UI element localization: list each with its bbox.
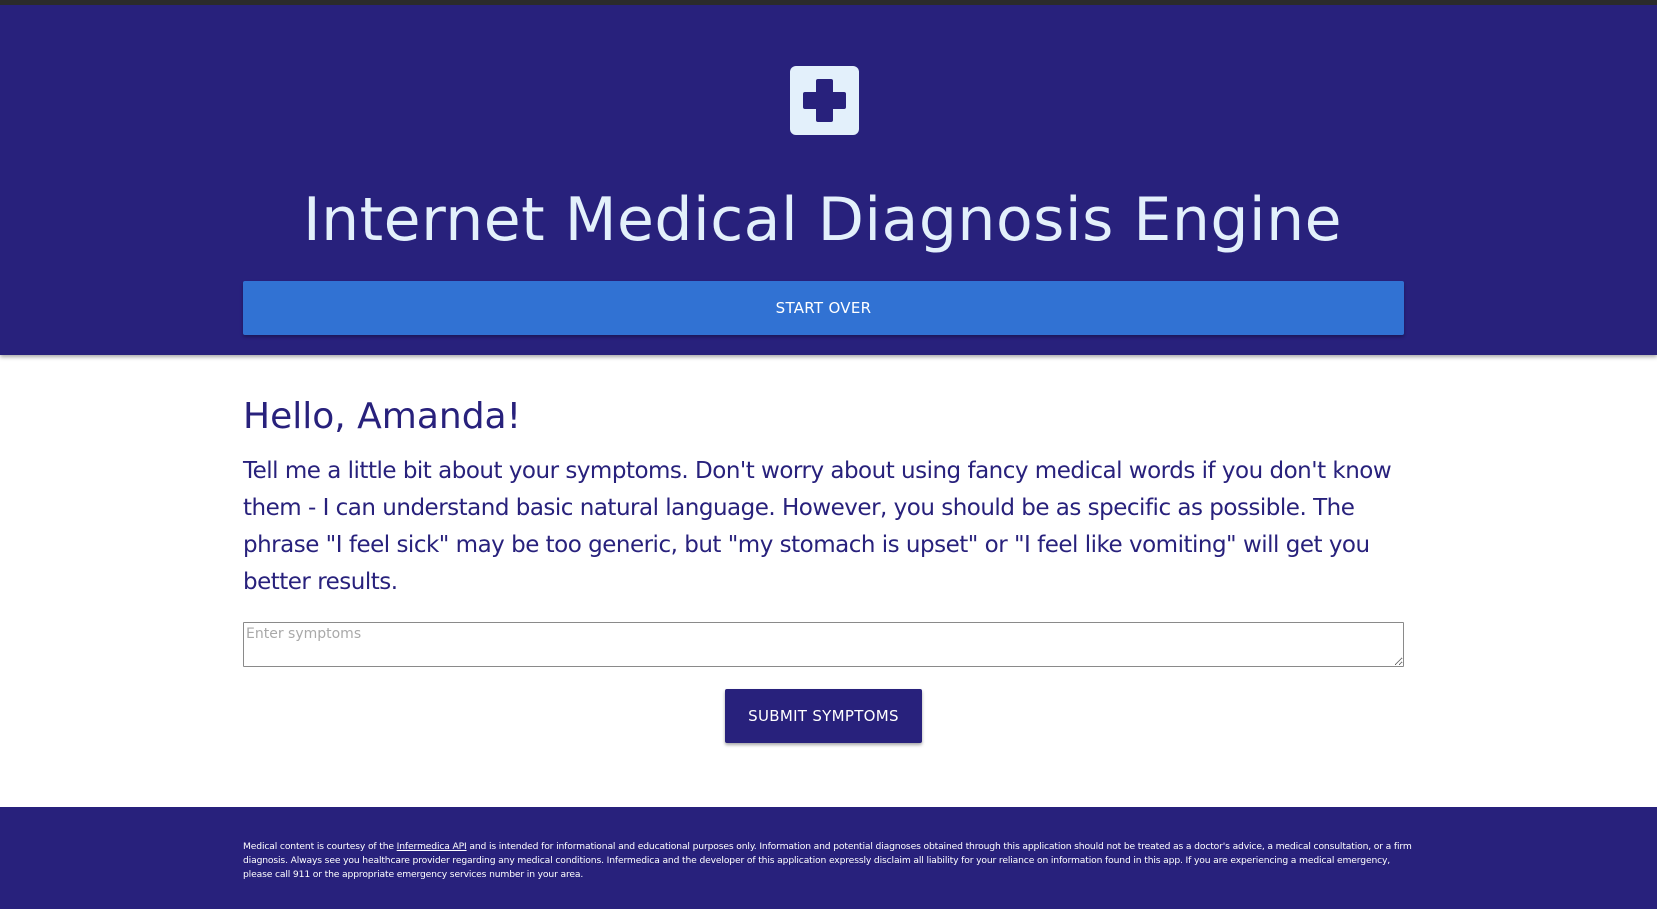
disclaimer-prefix: Medical content is courtesy of the bbox=[243, 841, 397, 852]
symptoms-input[interactable] bbox=[243, 622, 1404, 667]
infermedica-api-link[interactable]: Infermedica API bbox=[397, 841, 467, 852]
medical-cross-icon bbox=[790, 66, 859, 135]
header: Internet Medical Diagnosis Engine START … bbox=[0, 5, 1657, 355]
disclaimer-text: Medical content is courtesy of the Infer… bbox=[243, 840, 1413, 882]
instructions-text: Tell me a little bit about your symptoms… bbox=[243, 458, 1392, 595]
greeting-heading: Hello, Amanda! bbox=[243, 396, 522, 437]
page: Internet Medical Diagnosis Engine START … bbox=[0, 5, 1657, 909]
footer: Medical content is courtesy of the Infer… bbox=[0, 807, 1657, 909]
app-title: Internet Medical Diagnosis Engine bbox=[302, 185, 1343, 255]
start-over-button[interactable]: START OVER bbox=[243, 281, 1404, 335]
submit-symptoms-button[interactable]: SUBMIT SYMPTOMS bbox=[725, 689, 922, 743]
